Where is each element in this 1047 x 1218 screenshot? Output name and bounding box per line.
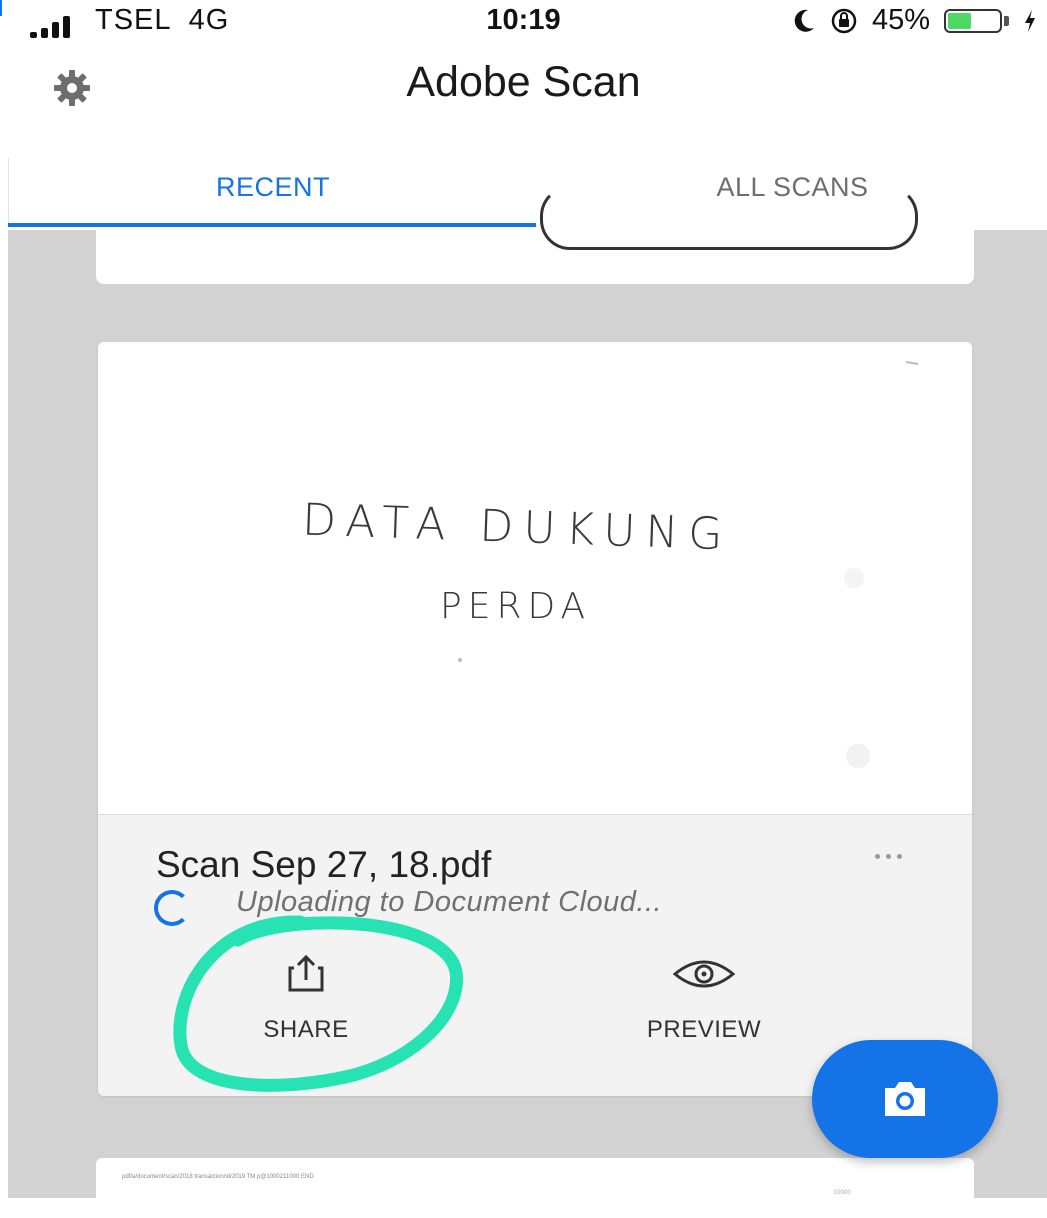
scan-thumbnail[interactable]: DATA DUKUNG PERDA xyxy=(98,342,972,815)
window-edge-mark xyxy=(0,0,8,16)
orientation-lock-icon xyxy=(831,8,857,33)
handwriting-line-1: DATA DUKUNG xyxy=(301,494,733,560)
share-label: SHARE xyxy=(263,1016,349,1043)
next-card-thumbnail-code: 02000 xyxy=(834,1190,851,1196)
more-options-icon[interactable] xyxy=(875,854,902,859)
share-button[interactable]: SHARE xyxy=(206,954,406,1044)
preview-label: PREVIEW xyxy=(646,1016,762,1043)
scan-filename[interactable]: Scan Sep 27, 18.pdf xyxy=(156,844,491,886)
upload-status-text: Uploading to Document Cloud... xyxy=(236,886,663,918)
battery-icon xyxy=(944,8,1002,33)
battery-percent: 45% xyxy=(871,4,930,36)
next-scan-card[interactable]: pdf/a/document/scan/2018 transaction/id/… xyxy=(96,1158,974,1218)
share-icon xyxy=(288,954,324,992)
next-card-thumbnail-text: pdf/a/document/scan/2018 transaction/id/… xyxy=(122,1174,314,1180)
scan-card[interactable]: DATA DUKUNG PERDA Scan Sep 27, 18.pdf Up… xyxy=(98,342,972,1096)
handwriting-line-2: PERDA xyxy=(440,586,591,627)
app-title: Adobe Scan xyxy=(406,58,641,106)
camera-fab-button[interactable] xyxy=(812,1040,998,1158)
charging-bolt-icon xyxy=(1025,9,1035,32)
preview-button[interactable]: PREVIEW xyxy=(604,954,804,1044)
tab-recent[interactable]: RECENT xyxy=(9,172,537,203)
handwritten-page-image: DATA DUKUNG PERDA xyxy=(301,361,919,768)
upload-spinner-icon xyxy=(154,890,190,926)
camera-icon xyxy=(885,1082,925,1116)
previous-card-button-outline[interactable] xyxy=(540,186,918,250)
status-indicators: 45% xyxy=(792,4,1037,37)
active-tab-indicator xyxy=(8,223,536,227)
moon-icon xyxy=(794,9,814,32)
eye-icon xyxy=(672,960,736,988)
battery-tip xyxy=(1004,15,1009,26)
status-bar: TSEL 4G 10:19 45% xyxy=(0,0,1047,44)
